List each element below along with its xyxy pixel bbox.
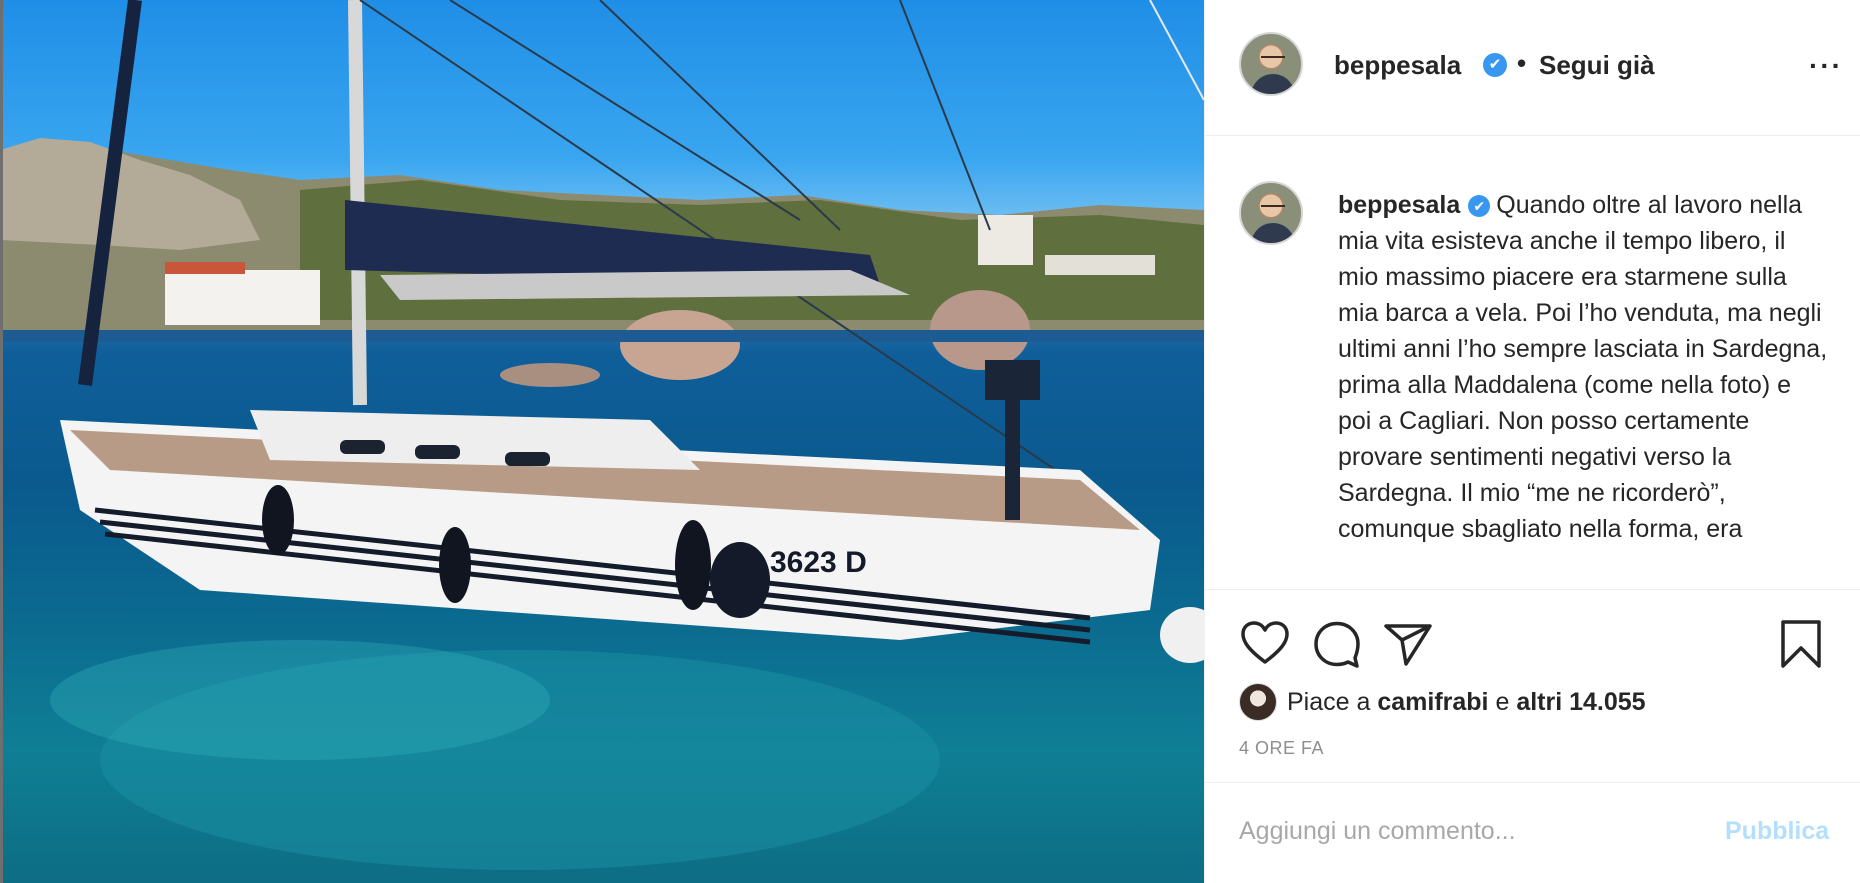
header-separator: • xyxy=(1517,48,1527,78)
sailboat-image: N 3623 D xyxy=(0,0,1204,870)
photo-left-edge xyxy=(0,0,3,883)
more-options-icon[interactable]: ··· xyxy=(1809,50,1843,82)
liker-username[interactable]: camifrabi xyxy=(1377,688,1488,716)
post-photo[interactable]: N 3623 D xyxy=(0,0,1204,883)
avatar-suit xyxy=(1251,223,1295,243)
caption-username[interactable]: beppesala xyxy=(1338,191,1460,219)
likes-summary: Piace a camifrabi e altri 14.055 xyxy=(1287,688,1646,717)
author-username[interactable]: beppesala xyxy=(1334,50,1461,81)
post-header: beppesala ✔ • Segui già ··· xyxy=(1205,0,1860,136)
publish-button[interactable]: Pubblica xyxy=(1725,817,1829,846)
caption-text: Quando oltre al lavoro nella mia vita es… xyxy=(1338,191,1828,543)
post-actions: Piace a camifrabi e altri 14.055 4 ORE F… xyxy=(1205,589,1860,789)
avatar-glasses xyxy=(1261,56,1285,62)
post-side-panel: beppesala ✔ • Segui già ··· beppesala ✔ Qu… xyxy=(1204,0,1860,883)
comment-bar: Pubblica xyxy=(1205,782,1860,883)
comment-icon[interactable] xyxy=(1311,618,1363,670)
post-timestamp[interactable]: 4 ORE FA xyxy=(1239,738,1324,759)
follow-status-button[interactable]: Segui già xyxy=(1539,50,1655,81)
bookmark-icon[interactable] xyxy=(1775,618,1827,670)
likes-prefix: Piace a xyxy=(1287,687,1371,716)
avatar-glasses xyxy=(1261,205,1285,211)
likes-others-link[interactable]: altri 14.055 xyxy=(1516,688,1645,716)
author-avatar[interactable] xyxy=(1239,32,1303,96)
liker-avatar[interactable] xyxy=(1239,683,1277,721)
caption-author-avatar[interactable] xyxy=(1239,181,1303,245)
hull-registration: N 3623 D xyxy=(740,546,867,579)
avatar-suit xyxy=(1251,74,1295,94)
likes-row: Piace a camifrabi e altri 14.055 xyxy=(1239,682,1646,722)
caption-section: beppesala ✔ Quando oltre al lavoro nella m… xyxy=(1205,137,1860,589)
post-caption: beppesala ✔ Quando oltre al lavoro nella m… xyxy=(1338,187,1828,547)
share-icon[interactable] xyxy=(1382,618,1434,670)
likes-connector: e xyxy=(1495,687,1510,716)
verified-badge-icon: ✔ xyxy=(1468,195,1491,218)
comment-input[interactable] xyxy=(1239,811,1679,851)
heart-icon[interactable] xyxy=(1239,618,1291,670)
verified-badge-icon: ✔ xyxy=(1483,53,1507,77)
